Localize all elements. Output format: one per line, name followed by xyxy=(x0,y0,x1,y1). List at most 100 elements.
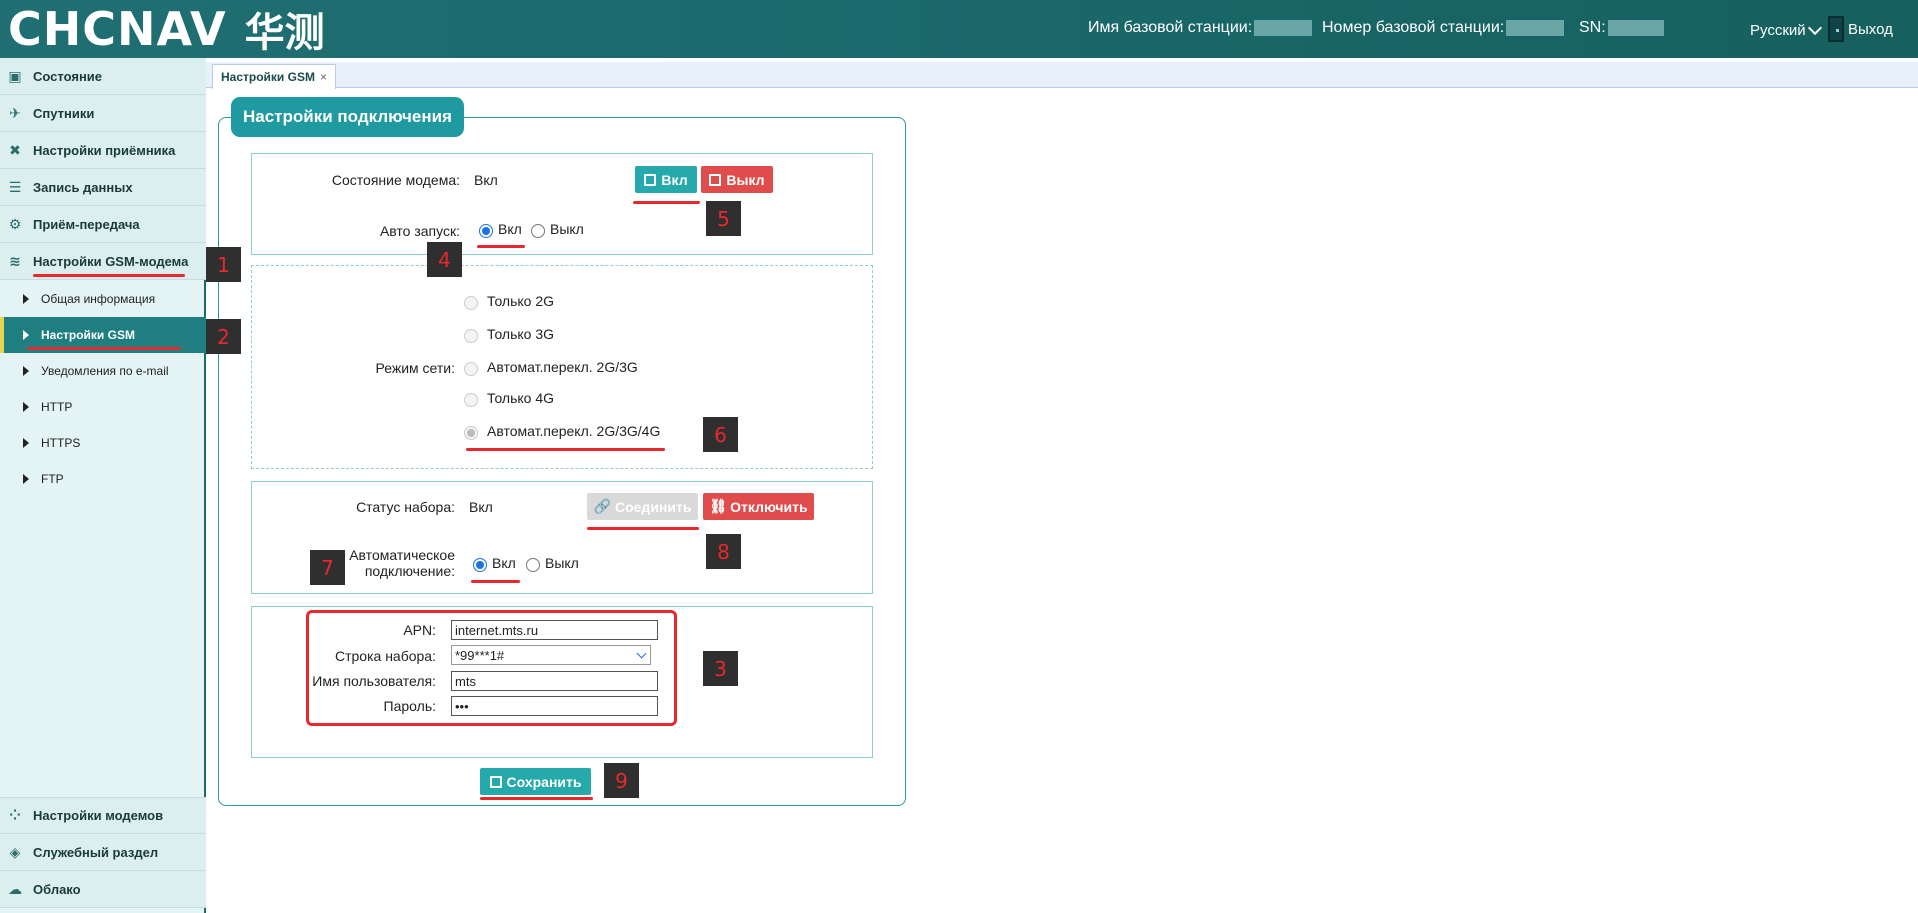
triangle-right-icon xyxy=(23,330,29,340)
network-2g3g-radio[interactable] xyxy=(464,362,478,376)
base-station-number-label: Номер базовой станции: xyxy=(1322,19,1505,36)
sidebar: ▣ Состояние ✈ Спутники ✖ Настройки приём… xyxy=(0,58,206,913)
subitem-label: Настройки GSM xyxy=(41,328,135,342)
auto-connect-on-radio[interactable] xyxy=(473,558,487,572)
network-2g-radio[interactable] xyxy=(464,296,478,310)
network-2g3g4g-radio[interactable] xyxy=(464,426,478,440)
subitem-label: FTP xyxy=(41,472,64,486)
autostart-on-radio[interactable] xyxy=(479,224,493,238)
modules-icon: ⁘ xyxy=(9,807,21,823)
disconnect-label: Отключить xyxy=(730,498,808,515)
network-2g-label: Только 2G xyxy=(487,293,555,309)
close-icon[interactable]: × xyxy=(320,70,327,84)
network-2g3g-label: Автомат.перекл. 2G/3G xyxy=(487,359,638,375)
autostart-off-radio[interactable] xyxy=(531,224,545,238)
modem-off-button[interactable]: Выкл xyxy=(701,166,773,193)
modem-on-label: Вкл xyxy=(661,171,688,188)
subitem-https[interactable]: HTTPS xyxy=(0,425,206,461)
sidebar-item-satellites[interactable]: ✈ Спутники xyxy=(0,95,206,132)
connect-button[interactable]: 🔗 Соединить xyxy=(587,493,698,520)
sidebar-item-service[interactable]: ◈ Служебный раздел xyxy=(0,834,206,871)
modem-section xyxy=(251,153,873,255)
monitor-icon: ▣ xyxy=(8,67,22,84)
annotation-underline xyxy=(477,245,525,248)
triangle-right-icon xyxy=(23,402,29,412)
sidebar-item-label: Облако xyxy=(33,881,81,897)
annotation-marker-9: 9 xyxy=(604,763,639,798)
annotation-marker-3: 3 xyxy=(703,651,738,686)
annotation-underline xyxy=(466,448,665,451)
logout-label: Выход xyxy=(1848,20,1893,38)
autostart-on-label: Вкл xyxy=(498,221,522,237)
network-3g-label: Только 3G xyxy=(487,326,555,342)
logout-door-icon xyxy=(1828,16,1844,42)
sidebar-item-label: Настройки приёмника xyxy=(33,142,176,158)
tab-strip: Настройки GSM × xyxy=(206,62,1918,89)
annotation-marker-1: 1 xyxy=(206,247,241,282)
sidebar-item-modem-settings[interactable]: ⁘ Настройки модемов xyxy=(0,797,206,834)
sidebar-item-label: Спутники xyxy=(33,105,95,121)
chcnav-logo: CHCNAV 华测 xyxy=(8,6,325,56)
gear-icon: ⚙ xyxy=(8,215,22,232)
base-station-number: Номер базовой станции: xyxy=(1322,19,1565,37)
network-3g-radio[interactable] xyxy=(464,329,478,343)
network-mode-label: Режим сети: xyxy=(375,360,456,376)
panel-title: Настройки подключения xyxy=(231,97,464,137)
sidebar-item-io[interactable]: ⚙ Приём-передача xyxy=(0,206,206,243)
sidebar-item-receiver-settings[interactable]: ✖ Настройки приёмника xyxy=(0,132,206,169)
annotation-marker-2: 2 xyxy=(206,319,241,354)
subitem-label: Уведомления по e-mail xyxy=(41,364,169,378)
redacted-value xyxy=(1506,20,1565,36)
auto-connect-off-radio[interactable] xyxy=(526,558,540,572)
annotation-marker-8: 8 xyxy=(706,534,741,569)
tab-label: Настройки GSM xyxy=(221,70,315,84)
sidebar-item-cloud[interactable]: ☁ Облако xyxy=(0,871,206,908)
base-station-name-label: Имя базовой станции: xyxy=(1088,19,1253,36)
sidebar-item-data-recording[interactable]: ☰ Запись данных xyxy=(0,169,206,206)
subitem-email-notifications[interactable]: Уведомления по e-mail xyxy=(0,353,206,389)
save-button[interactable]: Сохранить xyxy=(480,768,591,795)
sidebar-item-label: Настройки модемов xyxy=(33,808,164,823)
auto-connect-off-label: Выкл xyxy=(545,555,579,571)
satellite-icon: ✈ xyxy=(9,104,21,121)
wifi-icon: ≋ xyxy=(9,252,21,269)
sidebar-item-label: Приём-передача xyxy=(33,216,140,232)
subitem-general-info[interactable]: Общая информация xyxy=(0,281,206,317)
close-box-icon xyxy=(709,173,722,186)
logo-chinese-text: 华测 xyxy=(244,10,325,56)
network-2g3g4g-label: Автомат.перекл. 2G/3G/4G xyxy=(487,423,661,439)
triangle-right-icon xyxy=(23,366,29,376)
redacted-value xyxy=(1607,20,1664,36)
connect-label: Соединить xyxy=(614,498,692,515)
language-label: Русский xyxy=(1750,22,1806,39)
network-4g-radio[interactable] xyxy=(464,393,478,407)
save-label: Сохранить xyxy=(506,773,582,790)
modem-on-button[interactable]: Вкл xyxy=(635,166,697,193)
subitem-ftp[interactable]: FTP xyxy=(0,461,206,497)
disconnect-button[interactable]: ⛓ Отключить xyxy=(703,493,814,520)
dial-status-value: Вкл xyxy=(469,499,493,515)
sidebar-item-label: Служебный раздел xyxy=(33,844,159,860)
annotation-underline xyxy=(480,797,593,800)
logout-button[interactable]: Выход xyxy=(1828,16,1893,42)
subitem-label: Общая информация xyxy=(41,292,156,306)
subitem-http[interactable]: HTTP xyxy=(0,389,206,425)
annotation-marker-7: 7 xyxy=(310,550,345,585)
sidebar-item-label: Состояние xyxy=(33,68,103,84)
autostart-label: Авто запуск: xyxy=(379,223,460,239)
sidebar-item-label: Настройки GSM-модема xyxy=(33,253,189,269)
link-icon: 🔗 xyxy=(593,498,611,514)
annotation-marker-5: 5 xyxy=(706,201,741,236)
triangle-right-icon xyxy=(23,438,29,448)
top-header: CHCNAV 华测 Имя базовой станции: Номер баз… xyxy=(0,0,1918,58)
sidebar-item-status[interactable]: ▣ Состояние xyxy=(0,58,206,95)
annotation-underline xyxy=(471,580,520,583)
redacted-value xyxy=(1254,20,1313,36)
annotation-underline xyxy=(27,347,181,350)
tab-gsm-settings[interactable]: Настройки GSM × xyxy=(212,64,336,89)
annotation-underline xyxy=(633,201,700,204)
modem-status-label: Состояние модема: xyxy=(331,172,460,188)
base-station-name: Имя базовой станции: xyxy=(1088,19,1313,37)
sidebar-item-label: Запись данных xyxy=(33,179,133,195)
language-select[interactable]: Русский xyxy=(1750,20,1826,39)
